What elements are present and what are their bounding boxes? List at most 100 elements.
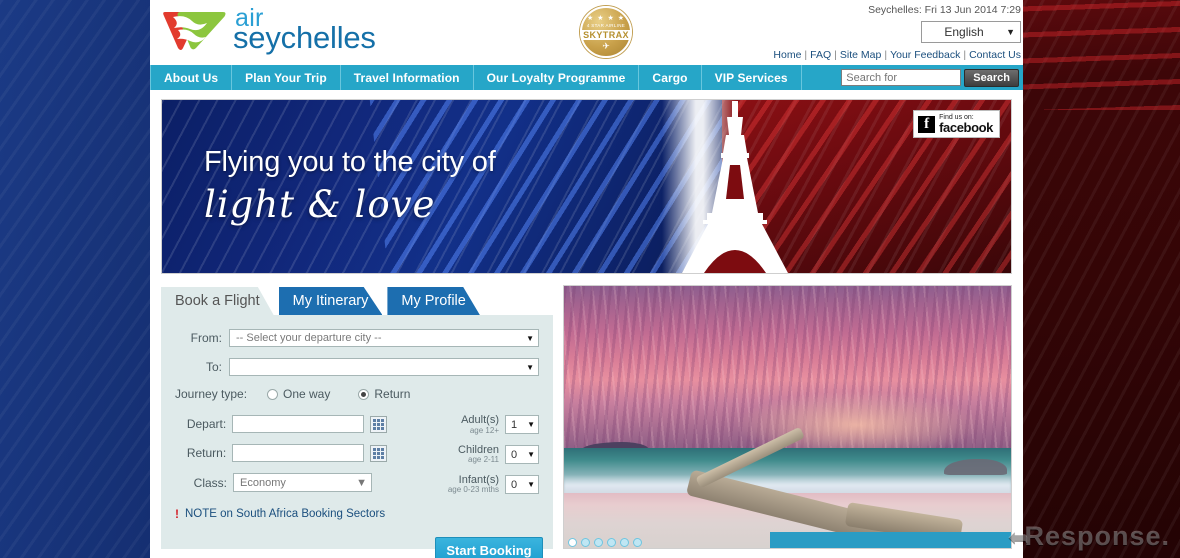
booking-widget: Book a Flight My Itinerary My Profile Fr… [161, 285, 553, 558]
pax-adults-age: age 12+ [469, 425, 499, 435]
pax-row-infants: Infant(s) age 0-23 mths 0 ▼ [395, 474, 539, 495]
carousel-dot[interactable] [633, 538, 642, 547]
link-sep: | [804, 49, 808, 61]
pax-adults-select[interactable]: 1 ▼ [505, 415, 539, 435]
booking-form: From: -- Select your departure city -- ▼… [161, 315, 553, 558]
skytrax-caption: 4 STAR AIRLINE [586, 22, 626, 28]
carousel-dot[interactable] [594, 538, 603, 547]
pax-children-select[interactable]: 0 ▼ [505, 445, 539, 465]
from-select[interactable]: -- Select your departure city -- ▼ [229, 329, 539, 347]
journey-type-label: Journey type: [175, 387, 248, 401]
pax-adults-value: 1 [511, 418, 518, 431]
header-right: Seychelles: Fri 13 Jun 2014 7:29 English… [773, 4, 1021, 61]
main-navigation: About Us Plan Your Trip Travel Informati… [150, 65, 1023, 90]
start-booking-button[interactable]: Start Booking [435, 537, 543, 558]
south-africa-note[interactable]: ! NOTE on South Africa Booking Sectors [175, 507, 539, 521]
radio-return-dot [358, 388, 370, 400]
nav-item-our-loyalty-programme[interactable]: Our Loyalty Programme [474, 65, 640, 90]
nav-item-about-us[interactable]: About Us [150, 65, 233, 90]
carousel-dots [568, 538, 642, 547]
warning-icon: ! [175, 506, 179, 521]
tab-label: My Itinerary [292, 293, 369, 309]
hero-text: Flying you to the city of light & love [204, 146, 496, 226]
booking-date-column: Depart: Return: Class: Economy ▼ [175, 415, 387, 505]
depart-label: Depart: [186, 417, 227, 431]
hero-headline: Flying you to the city of [204, 146, 496, 178]
chevron-down-icon: ▼ [356, 476, 367, 489]
carousel-dot[interactable] [581, 538, 590, 547]
chevron-down-icon: ▼ [526, 362, 534, 372]
top-links: Home | FAQ | Site Map | Your Feedback | Contact … [773, 49, 1021, 61]
from-label: From: [190, 331, 222, 345]
pax-infants-age: age 0-23 mths [447, 485, 499, 495]
class-row: Class: Economy ▼ [175, 473, 387, 492]
language-select[interactable]: English ▼ [921, 21, 1021, 43]
search-input[interactable] [841, 69, 962, 86]
carousel-dot[interactable] [607, 538, 616, 547]
pax-children-label: Children age 2-11 [458, 444, 499, 465]
class-select[interactable]: Economy ▼ [233, 473, 372, 492]
return-label: Return: [186, 446, 227, 460]
link-sep: | [963, 49, 967, 61]
skytrax-4-star-badge: ★ ★ ★ ★ 4 STAR AIRLINE SKYTRAX ✈ [580, 6, 632, 58]
chevron-down-icon: ▼ [527, 420, 535, 430]
tab-book-a-flight[interactable]: Book a Flight [161, 287, 274, 315]
facebook-icon: f [918, 115, 936, 133]
tab-my-itinerary[interactable]: My Itinerary [278, 287, 383, 315]
search-button[interactable]: Search [964, 68, 1019, 87]
top-link-contact-us[interactable]: Contact Us [969, 49, 1021, 61]
booking-mid-grid: Depart: Return: Class: Economy ▼ Adult(s… [175, 414, 539, 505]
top-link-faq[interactable]: FAQ [810, 49, 831, 61]
tab-label: Book a Flight [175, 293, 260, 309]
response-watermark: ➦Response. [1007, 521, 1170, 552]
nav-item-cargo[interactable]: Cargo [639, 65, 702, 90]
page-root: ➦Response. air seychelles ★ ★ ★ ★ 4 STAR… [0, 0, 1180, 558]
top-link-your-feedback[interactable]: Your Feedback [890, 49, 960, 61]
booking-pax-column: Adult(s) age 12+ 1 ▼ Children age 2-11 0… [387, 414, 539, 505]
to-select[interactable]: ▼ [229, 358, 539, 376]
to-row: To: ▼ [175, 358, 539, 376]
logo-seychelles-text: seychelles [233, 20, 376, 55]
watermark-arrow-icon: ➦ [1007, 524, 1029, 551]
nav-item-plan-your-trip[interactable]: Plan Your Trip [232, 65, 341, 90]
photo-caption-bar [769, 532, 1011, 548]
hero-subheadline: light & love [204, 183, 436, 226]
skytrax-wing-icon: ✈ [602, 40, 610, 51]
carousel-dot[interactable] [568, 538, 577, 547]
calendar-icon-return[interactable] [370, 444, 387, 462]
pax-children-value: 0 [511, 448, 518, 461]
chevron-down-icon: ▼ [526, 333, 534, 343]
pax-infants-select[interactable]: 0 ▼ [505, 475, 539, 495]
hero-banner[interactable]: Flying you to the city of light & love f… [161, 99, 1012, 274]
language-select-value: English [944, 25, 984, 39]
facebook-badge[interactable]: f Find us on: facebook [913, 110, 1000, 138]
top-link-home[interactable]: Home [773, 49, 801, 61]
logo[interactable]: air seychelles [163, 6, 376, 53]
return-row: Return: [175, 444, 387, 462]
top-link-site-map[interactable]: Site Map [840, 49, 881, 61]
site-container: air seychelles ★ ★ ★ ★ 4 STAR AIRLINE SK… [150, 0, 1023, 558]
content-area: Book a Flight My Itinerary My Profile Fr… [161, 285, 1012, 558]
tab-my-profile[interactable]: My Profile [387, 287, 480, 315]
chevron-down-icon: ▼ [1006, 27, 1015, 37]
class-label: Class: [193, 475, 227, 490]
promo-photo-carousel[interactable] [563, 285, 1012, 549]
nav-item-vip-services[interactable]: VIP Services [702, 65, 802, 90]
pax-adults-label: Adult(s) age 12+ [461, 414, 499, 435]
booking-tabs: Book a Flight My Itinerary My Profile [161, 285, 553, 315]
radio-return[interactable]: Return [358, 387, 410, 401]
facebook-text: Find us on: facebook [939, 114, 993, 134]
pax-row-adults: Adult(s) age 12+ 1 ▼ [395, 414, 539, 435]
nav-item-travel-information[interactable]: Travel Information [341, 65, 474, 90]
pax-adults-name: Adult(s) [461, 414, 499, 426]
calendar-icon-depart[interactable] [370, 415, 387, 433]
depart-date-input[interactable] [232, 415, 365, 433]
link-sep: | [884, 49, 888, 61]
radio-one-way[interactable]: One way [267, 387, 330, 401]
skytrax-stars: ★ ★ ★ ★ [587, 14, 625, 22]
depart-row: Depart: [175, 415, 387, 433]
carousel-dot[interactable] [620, 538, 629, 547]
return-date-input[interactable] [232, 444, 365, 462]
local-datetime: Seychelles: Fri 13 Jun 2014 7:29 [868, 4, 1021, 16]
